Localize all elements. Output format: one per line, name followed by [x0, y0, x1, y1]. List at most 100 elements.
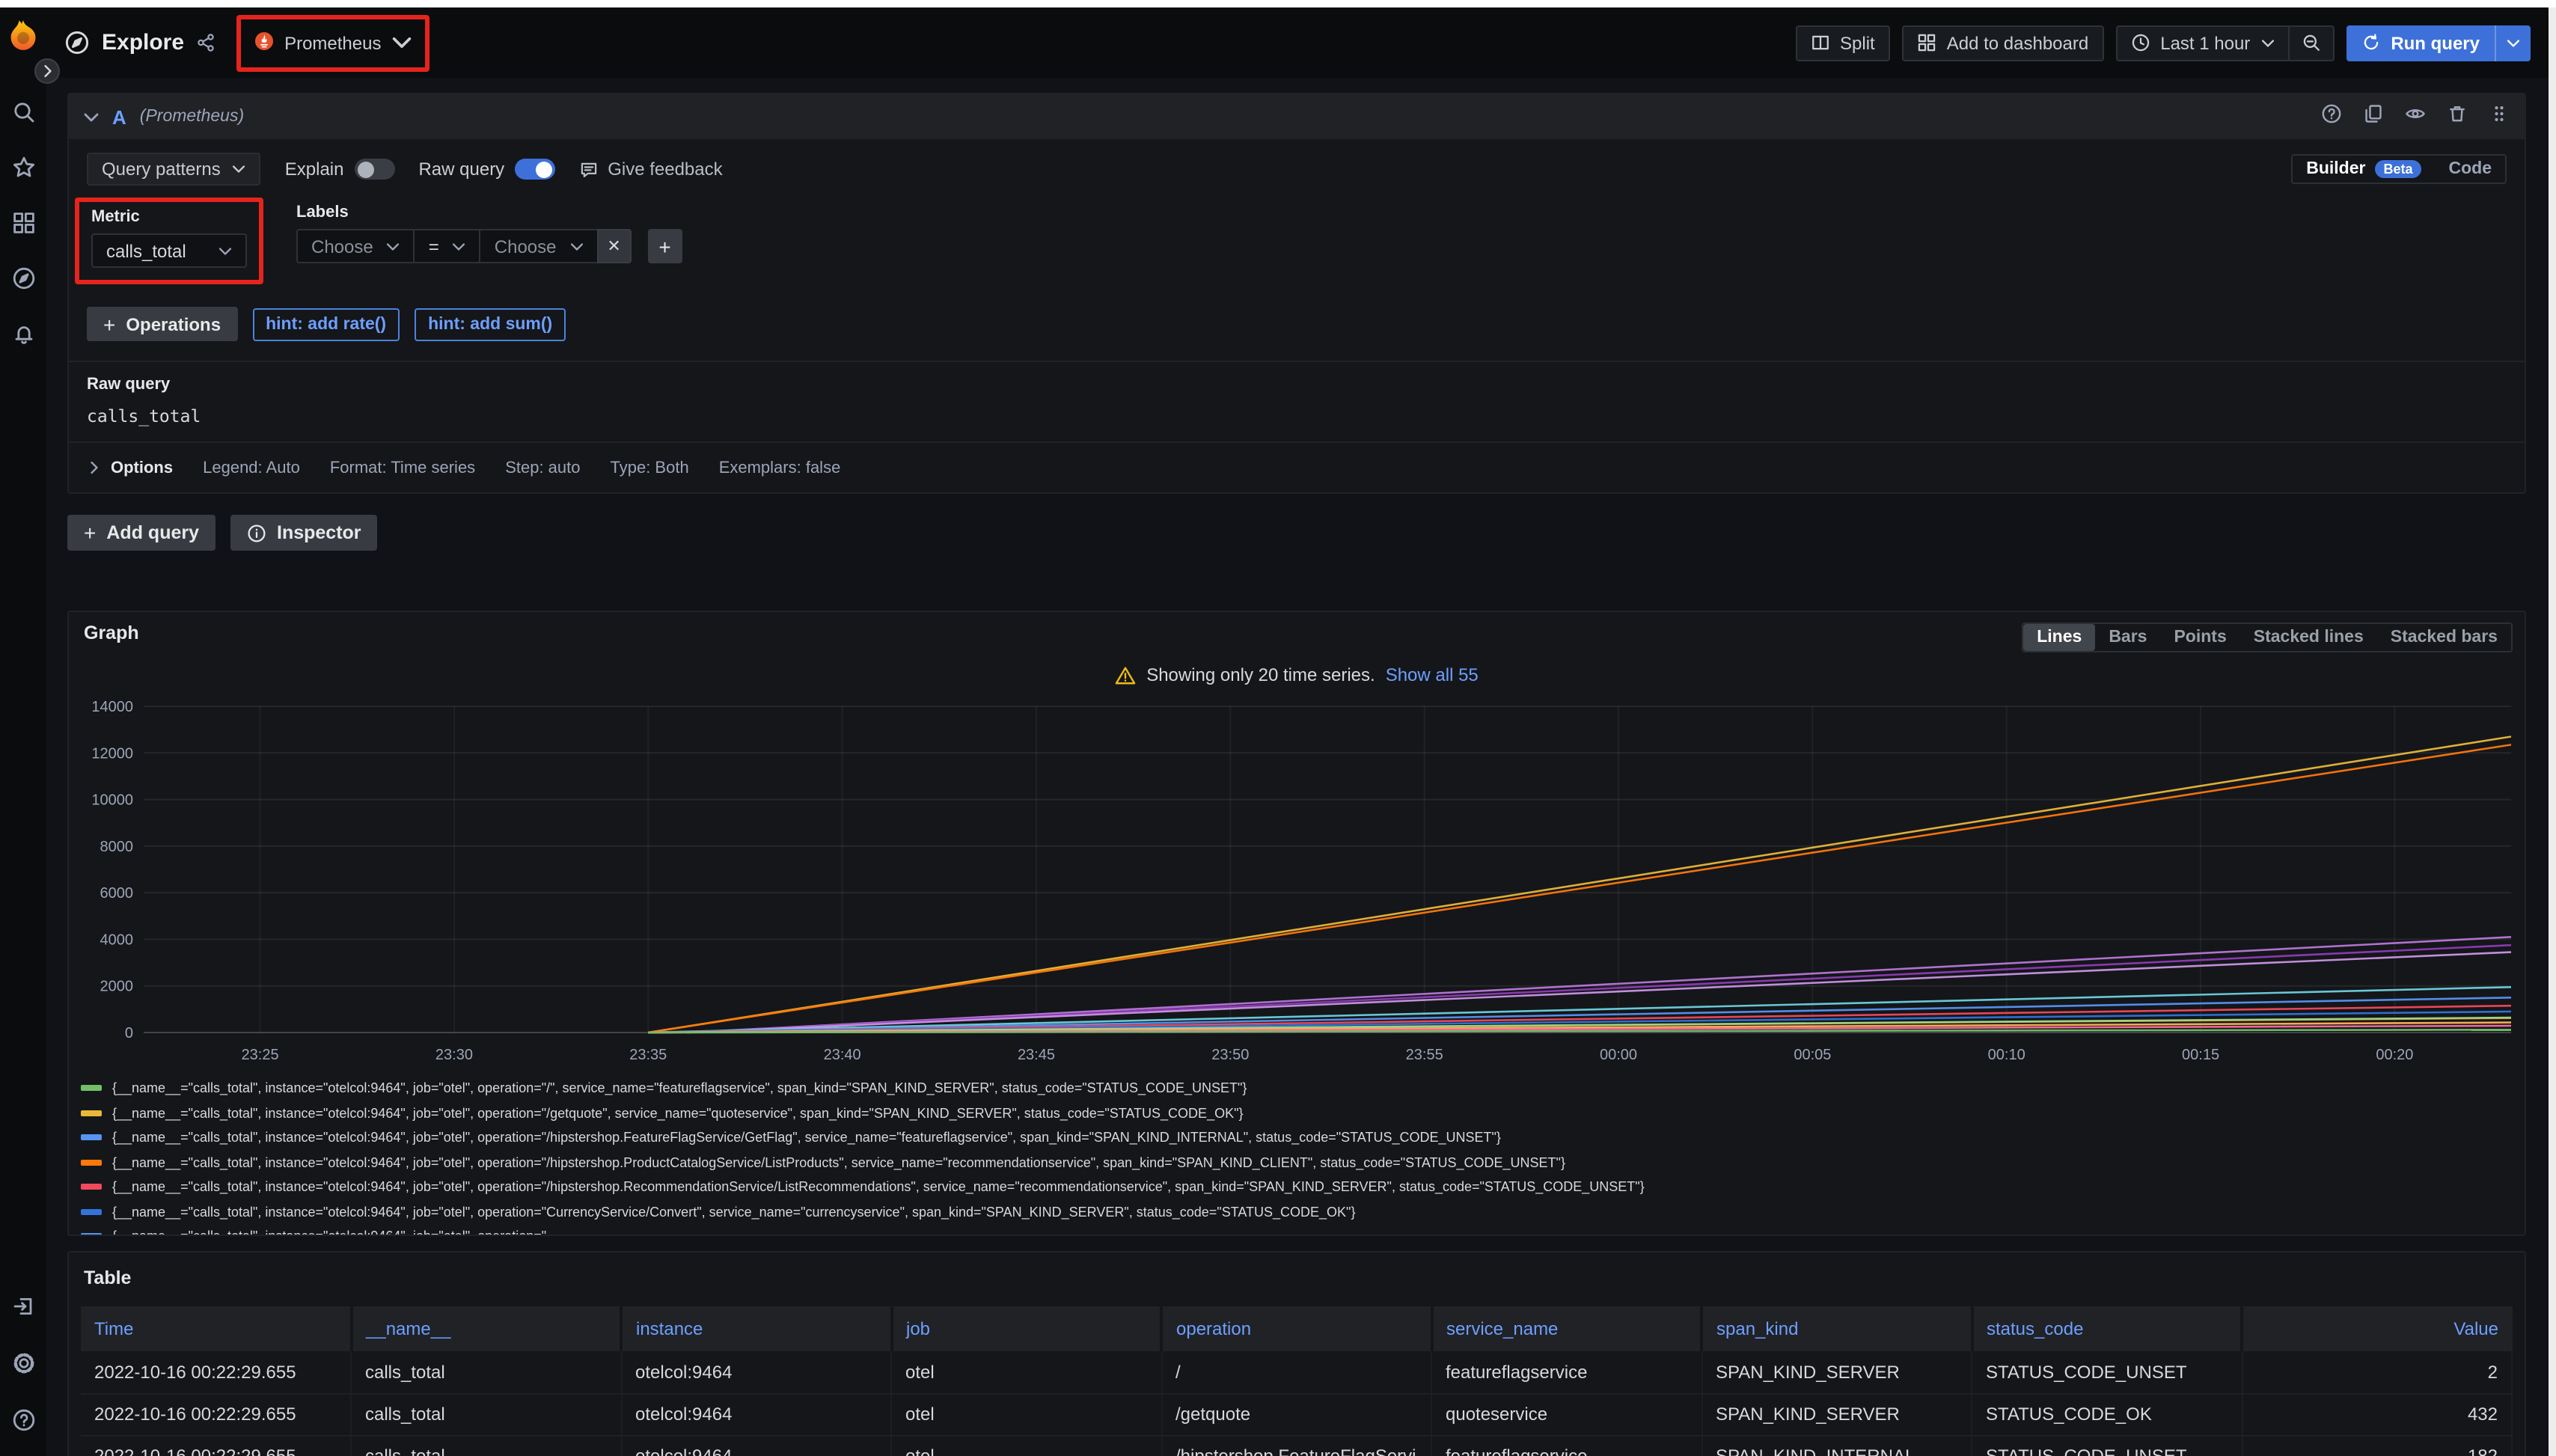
question-circle-icon[interactable]	[2321, 103, 2342, 131]
raw-query-toggle-group: Raw query	[418, 159, 555, 180]
code-mode-tab[interactable]: Code	[2436, 156, 2506, 183]
apps-icon[interactable]	[11, 211, 35, 235]
search-icon[interactable]	[11, 100, 35, 124]
copy-icon[interactable]	[2363, 103, 2384, 131]
legend-series-label: {__name__="calls_total", instance="otelc…	[112, 1229, 546, 1235]
chevron-down-icon	[391, 33, 411, 52]
datasource-picker[interactable]: Prometheus	[248, 25, 417, 61]
svg-text:00:20: 00:20	[2376, 1047, 2413, 1063]
help-icon[interactable]	[11, 1408, 35, 1432]
graph-mode-stacked-lines[interactable]: Stacked lines	[2240, 624, 2377, 651]
svg-text:00:00: 00:00	[1600, 1047, 1637, 1063]
graph-mode-stacked-bars[interactable]: Stacked bars	[2377, 624, 2511, 651]
give-feedback-link[interactable]: Give feedback	[579, 159, 722, 180]
hint-add-rate-button[interactable]: hint: add rate()	[252, 308, 400, 340]
trash-icon[interactable]	[2447, 103, 2468, 131]
page-scrollbar[interactable]	[2549, 7, 2556, 1456]
add-to-dashboard-button[interactable]: Add to dashboard	[1902, 25, 2104, 61]
share-icon[interactable]	[196, 33, 215, 52]
legend-row[interactable]: {__name__="calls_total", instance="otelc…	[81, 1199, 2513, 1224]
run-query-button-group: Run query	[2346, 25, 2531, 61]
run-query-caret[interactable]	[2495, 25, 2531, 61]
gear-icon[interactable]	[11, 1351, 35, 1375]
label-value-select[interactable]: Choose	[480, 229, 597, 263]
graph-mode-lines[interactable]: Lines	[2023, 624, 2095, 651]
column-header-operation[interactable]: operation	[1161, 1306, 1431, 1351]
comment-icon	[579, 159, 599, 179]
column-header-job[interactable]: job	[891, 1306, 1161, 1351]
add-label-filter-button[interactable]: +	[648, 229, 682, 263]
chevron-down-icon	[84, 111, 99, 122]
legend-row[interactable]: {__name__="calls_total", instance="otelc…	[81, 1125, 2513, 1150]
column-header-status-code[interactable]: status_code	[1972, 1306, 2242, 1351]
table-cell: /getquote	[1161, 1393, 1431, 1435]
chart-legend: {__name__="calls_total", instance="otelc…	[81, 1076, 2513, 1235]
compass-icon[interactable]	[11, 266, 35, 290]
option-summary-item: Exemplars: false	[719, 459, 841, 477]
raw-query-toggle[interactable]	[515, 159, 555, 180]
query-row-header[interactable]: A (Prometheus)	[69, 94, 2525, 139]
sign-in-icon[interactable]	[11, 1294, 35, 1318]
legend-row[interactable]: {__name__="calls_total", instance="otelc…	[81, 1175, 2513, 1199]
add-operation-button[interactable]: + Operations	[87, 307, 237, 341]
raw-query-preview: Raw query calls_total	[69, 361, 2525, 443]
chevron-down-icon	[233, 165, 246, 174]
star-icon[interactable]	[11, 156, 35, 180]
explore-header: Explore	[64, 30, 215, 55]
column-header-time[interactable]: Time	[81, 1306, 351, 1351]
builder-mode-tab[interactable]: Builder Beta	[2293, 156, 2435, 183]
sidebar-expand-button[interactable]	[34, 58, 60, 84]
metric-select[interactable]: calls_total	[91, 233, 247, 268]
label-key-select[interactable]: Choose	[296, 229, 414, 263]
column-header-service-name[interactable]: service_name	[1431, 1306, 1702, 1351]
info-icon	[247, 523, 266, 542]
beta-badge: Beta	[2374, 160, 2421, 178]
graph-mode-points[interactable]: Points	[2160, 624, 2239, 651]
option-summary-item: Format: Time series	[330, 459, 475, 477]
column-header-instance[interactable]: instance	[621, 1306, 891, 1351]
legend-series-label: {__name__="calls_total", instance="otelc…	[112, 1081, 1247, 1096]
zoom-out-button[interactable]	[2287, 26, 2332, 59]
legend-row[interactable]: {__name__="calls_total", instance="otelc…	[81, 1224, 2513, 1235]
split-button[interactable]: Split	[1795, 25, 1890, 61]
bell-icon[interactable]	[11, 322, 35, 346]
chevron-down-icon	[387, 242, 400, 251]
column-header-name[interactable]: __name__	[351, 1306, 621, 1351]
table-panel-title: Table	[81, 1264, 2513, 1306]
eye-icon[interactable]	[2405, 103, 2426, 131]
datasource-picker-label: Prometheus	[284, 32, 381, 53]
graph-panel-title: Graph	[81, 623, 139, 643]
warning-text: Showing only 20 time series.	[1146, 664, 1375, 685]
table-row: 2022-10-16 00:22:29.655calls_totalotelco…	[81, 1393, 2512, 1435]
legend-row[interactable]: {__name__="calls_total", instance="otelc…	[81, 1150, 2513, 1175]
table-cell: 432	[2242, 1393, 2512, 1435]
graph-panel-header: Graph LinesBarsPointsStacked linesStacke…	[81, 623, 2513, 655]
raw-query-label: Raw query	[418, 159, 504, 180]
time-range-button[interactable]: Last 1 hour	[2117, 26, 2287, 59]
explain-toggle[interactable]	[354, 159, 394, 180]
legend-series-marker	[81, 1110, 102, 1116]
legend-series-marker	[81, 1160, 102, 1166]
remove-label-filter-button[interactable]: ✕	[597, 229, 632, 263]
grafana-logo[interactable]	[6, 18, 40, 60]
show-all-series-link[interactable]: Show all 55	[1386, 664, 1479, 685]
options-toggle[interactable]: Options	[90, 459, 173, 477]
legend-row[interactable]: {__name__="calls_total", instance="otelc…	[81, 1076, 2513, 1101]
operations-row: + Operations hint: add rate() hint: add …	[87, 307, 2507, 341]
compass-icon	[64, 30, 90, 55]
legend-row[interactable]: {__name__="calls_total", instance="otelc…	[81, 1101, 2513, 1125]
run-query-button[interactable]: Run query	[2346, 32, 2495, 53]
label-operator-select[interactable]: =	[414, 229, 480, 263]
inspector-button[interactable]: Inspector	[230, 515, 378, 551]
drag-icon[interactable]	[2489, 103, 2510, 131]
query-datasource-hint: (Prometheus)	[140, 108, 244, 126]
column-header-span-kind[interactable]: span_kind	[1702, 1306, 1972, 1351]
hint-add-sum-button[interactable]: hint: add sum()	[415, 308, 566, 340]
add-query-button[interactable]: + Add query	[67, 515, 215, 551]
chevron-down-icon	[570, 242, 584, 251]
time-series-chart[interactable]: 0200040006000800010000120001400023:2523:…	[81, 694, 2523, 1071]
svg-text:23:55: 23:55	[1406, 1047, 1443, 1063]
graph-mode-bars[interactable]: Bars	[2095, 624, 2160, 651]
column-header-value[interactable]: Value	[2242, 1306, 2512, 1351]
query-patterns-button[interactable]: Query patterns	[87, 153, 261, 186]
